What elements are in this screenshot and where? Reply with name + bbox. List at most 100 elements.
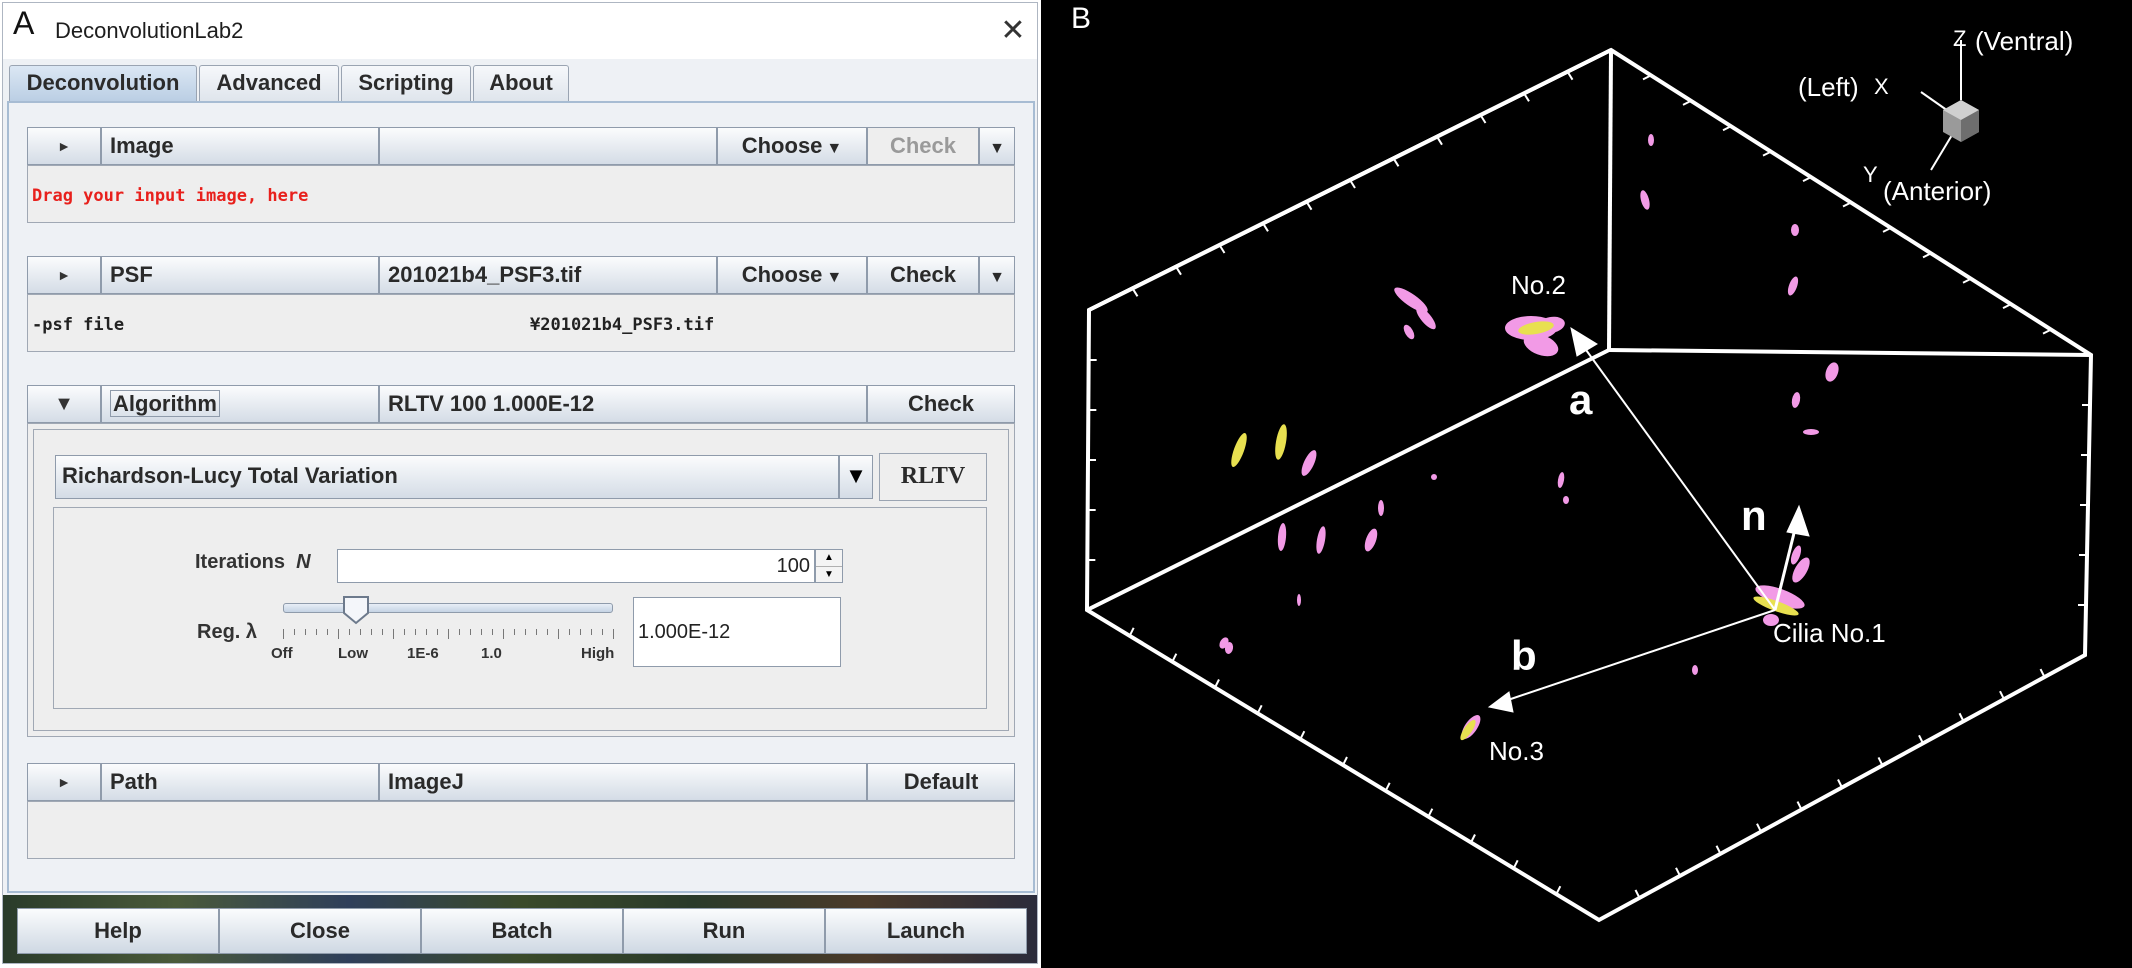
cilium-blob bbox=[1791, 224, 1799, 236]
slider-tick-mark bbox=[547, 629, 548, 635]
image-choose-button[interactable]: Choose ▼ bbox=[717, 127, 867, 165]
reg-slider-track[interactable] bbox=[283, 603, 613, 613]
deconvolutionlab-window: A DeconvolutionLab2 ✕ Deconvolution Adva… bbox=[2, 2, 1038, 964]
iterations-input[interactable]: 100 bbox=[337, 549, 815, 583]
cilium-blob bbox=[1803, 429, 1819, 435]
close-button[interactable]: Close bbox=[219, 908, 421, 954]
axis-y-direction: (Anterior) bbox=[1883, 176, 1991, 206]
psf-check-button[interactable]: Check bbox=[867, 256, 979, 294]
cilium-blob bbox=[1692, 665, 1698, 675]
slider-tick-mark bbox=[569, 629, 570, 635]
caret-down-icon: ▼ bbox=[826, 140, 843, 157]
cilium-blob bbox=[1563, 496, 1569, 504]
slider-tick-mark bbox=[415, 629, 416, 635]
caret-down-icon: ▼ bbox=[845, 463, 867, 488]
box-tick bbox=[1349, 179, 1356, 189]
spinner-up-icon[interactable]: ▲ bbox=[816, 550, 842, 567]
slider-tick-low: Low bbox=[338, 645, 368, 662]
cilium-blob bbox=[1791, 392, 1801, 408]
psf-choose-button[interactable]: Choose ▼ bbox=[717, 256, 867, 294]
3d-scene: Z (Ventral) X (Left) Y (Anterior) No.2 N… bbox=[1084, 26, 2094, 923]
slider-tick-mark bbox=[558, 629, 559, 639]
cilium-blob bbox=[1275, 424, 1287, 460]
help-button[interactable]: Help bbox=[17, 908, 219, 954]
algorithm-select[interactable]: Richardson-Lucy Total Variation bbox=[55, 455, 839, 499]
reg-slider-thumb[interactable] bbox=[342, 595, 370, 625]
box-tick bbox=[1128, 627, 1135, 637]
axis-x-direction: (Left) bbox=[1798, 72, 1859, 102]
slider-tick-mark bbox=[283, 629, 284, 639]
slider-tick-mark bbox=[360, 629, 361, 635]
slider-tick-mark bbox=[393, 629, 394, 639]
slider-tick-off: Off bbox=[271, 645, 293, 662]
psf-header: PSF bbox=[101, 256, 379, 294]
box-tick bbox=[1837, 779, 1843, 788]
slider-tick-mark bbox=[470, 629, 471, 635]
cilium-blob bbox=[1364, 528, 1378, 552]
spinner-down-icon[interactable]: ▼ bbox=[816, 567, 842, 583]
box-tick bbox=[1131, 287, 1139, 297]
box-tick bbox=[2039, 668, 2046, 678]
image-drop-hint: Drag your input image, here bbox=[32, 186, 309, 206]
image-expand-button[interactable]: ► bbox=[27, 127, 101, 165]
box-tick bbox=[1171, 653, 1178, 663]
algorithm-select-arrow[interactable]: ▼ bbox=[839, 455, 873, 499]
vector-a-line bbox=[1580, 342, 1776, 611]
box-tick bbox=[1756, 823, 1762, 833]
slider-tick-mark bbox=[481, 629, 482, 635]
image-check-button[interactable]: Check bbox=[867, 127, 979, 165]
iterations-spinner[interactable]: ▲ ▼ bbox=[815, 549, 843, 583]
image-drop-area[interactable]: Drag your input image, here bbox=[27, 165, 1015, 223]
box-tick bbox=[1999, 690, 2005, 700]
box-tick bbox=[1342, 756, 1348, 766]
image-value bbox=[379, 127, 717, 165]
path-value: ImageJ bbox=[379, 763, 867, 801]
box-tick bbox=[1218, 244, 1226, 254]
run-button[interactable]: Run bbox=[623, 908, 825, 954]
box-edge-back-right bbox=[1608, 348, 2092, 357]
image-choose-label: Choose bbox=[741, 133, 823, 158]
box-tick bbox=[1675, 867, 1681, 877]
triangle-down-icon: ▼ bbox=[54, 393, 74, 415]
slider-tick-mark bbox=[525, 629, 526, 635]
tab-deconvolution[interactable]: Deconvolution bbox=[9, 65, 197, 103]
algorithm-collapse-button[interactable]: ▼ bbox=[27, 385, 101, 423]
algorithm-check-button[interactable]: Check bbox=[867, 385, 1015, 423]
psf-expand-button[interactable]: ► bbox=[27, 256, 101, 294]
slider-tick-mark bbox=[327, 629, 328, 635]
close-icon[interactable]: ✕ bbox=[991, 7, 1035, 55]
box-tick bbox=[1715, 845, 1722, 855]
box-tick bbox=[1523, 92, 1530, 102]
batch-button[interactable]: Batch bbox=[421, 908, 623, 954]
psf-check-dropdown[interactable]: ▼ bbox=[979, 256, 1015, 294]
slider-tick-mark bbox=[437, 629, 438, 635]
slider-tick-mark bbox=[316, 629, 317, 635]
reg-lambda-input[interactable]: 1.000E-12 bbox=[633, 597, 841, 667]
label-vector-a: a bbox=[1569, 376, 1593, 423]
image-check-dropdown[interactable]: ▼ bbox=[979, 127, 1015, 165]
box-tick bbox=[1566, 71, 1574, 81]
psf-row-value: ¥201021b4_PSF3.tif bbox=[530, 315, 715, 335]
path-default-button[interactable]: Default bbox=[867, 763, 1015, 801]
box-tick bbox=[1722, 125, 1732, 132]
label-cilia-no1: Cilia No.1 bbox=[1773, 618, 1886, 648]
box-tick bbox=[1470, 834, 1476, 843]
box-tick bbox=[1175, 266, 1182, 276]
box-tick bbox=[1882, 227, 1892, 233]
slider-tick-1e-6: 1E-6 bbox=[407, 645, 439, 662]
box-tick bbox=[1427, 808, 1434, 818]
tab-scripting[interactable]: Scripting bbox=[341, 65, 471, 101]
launch-button[interactable]: Launch bbox=[825, 908, 1027, 954]
path-expand-button[interactable]: ► bbox=[27, 763, 101, 801]
cilium-blob bbox=[1648, 134, 1654, 146]
cilium-blob bbox=[1431, 474, 1437, 480]
box-tick bbox=[1479, 114, 1487, 124]
algorithm-header-label: Algorithm bbox=[110, 390, 220, 417]
tab-advanced[interactable]: Advanced bbox=[199, 65, 339, 101]
box-tick bbox=[1262, 222, 1269, 232]
triangle-right-icon: ► bbox=[57, 267, 71, 283]
label-no2: No.2 bbox=[1511, 270, 1566, 300]
triangle-right-icon: ► bbox=[57, 774, 71, 790]
psf-row-key: -psf file bbox=[32, 315, 125, 335]
tab-about[interactable]: About bbox=[473, 65, 569, 101]
